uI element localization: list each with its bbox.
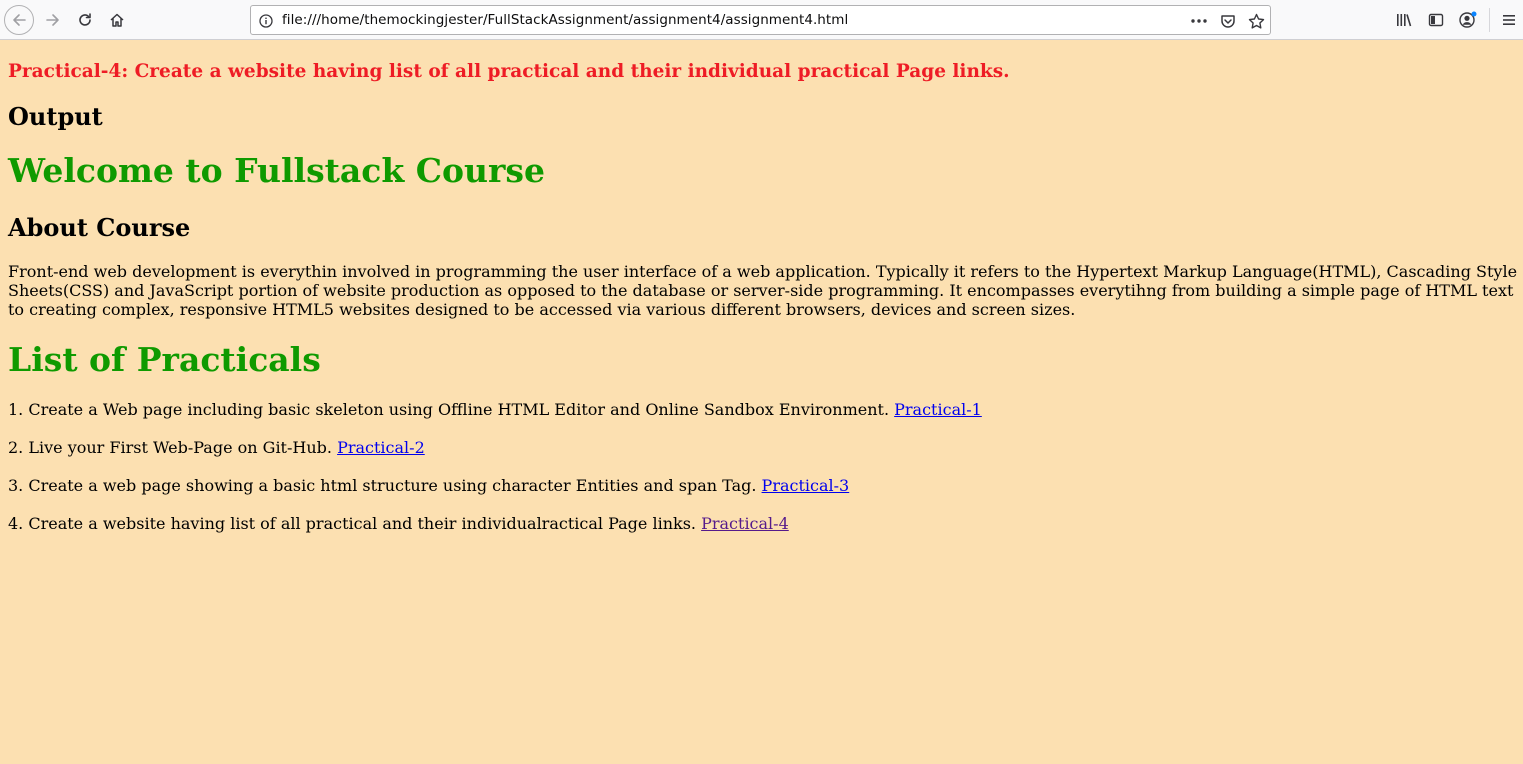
practical-item-text: 2. Live your First Web-Page on Git-Hub. xyxy=(8,438,332,457)
url-text[interactable]: file:///home/themockingjester/FullStackA… xyxy=(282,12,848,28)
about-paragraph: Front-end web development is everythin i… xyxy=(8,262,1518,319)
home-button[interactable] xyxy=(102,5,132,35)
browser-toolbar: file:///home/themockingjester/FullStackA… xyxy=(0,0,1523,40)
forward-button[interactable] xyxy=(38,5,68,35)
welcome-heading: Welcome to Fullstack Course xyxy=(8,151,545,190)
toolbar-separator xyxy=(1489,8,1490,32)
sidebar-icon xyxy=(1428,13,1444,27)
more-dots-icon[interactable] xyxy=(1188,10,1210,32)
about-heading: About Course xyxy=(8,213,191,242)
pocket-icon[interactable] xyxy=(1217,10,1239,32)
star-icon[interactable] xyxy=(1245,10,1267,32)
account-icon xyxy=(1459,11,1477,28)
practical-item-text: 1. Create a Web page including basic ske… xyxy=(8,400,890,419)
back-button[interactable] xyxy=(4,5,34,35)
practical-1-link[interactable]: Practical-1 xyxy=(894,400,982,419)
assignment-title: Practical-4: Create a website having lis… xyxy=(8,61,1010,82)
library-icon xyxy=(1397,14,1412,27)
menu-button[interactable] xyxy=(1494,5,1523,35)
sidebar-button[interactable] xyxy=(1421,5,1451,35)
practical-3-link[interactable]: Practical-3 xyxy=(762,476,850,495)
practicals-list-heading: List of Practicals xyxy=(8,340,321,379)
practical-item-4: 4. Create a website having list of all p… xyxy=(8,514,789,533)
hamburger-menu-icon xyxy=(1503,15,1515,25)
practical-item-text: 4. Create a website having list of all p… xyxy=(8,514,696,533)
practical-4-link[interactable]: Practical-4 xyxy=(701,514,789,533)
practical-item-text: 3. Create a web page showing a basic htm… xyxy=(8,476,757,495)
practical-item-1: 1. Create a Web page including basic ske… xyxy=(8,400,982,419)
back-arrow-icon xyxy=(13,14,26,26)
library-button[interactable] xyxy=(1389,5,1419,35)
practical-2-link[interactable]: Practical-2 xyxy=(337,438,425,457)
output-heading: Output xyxy=(8,102,103,131)
reload-icon xyxy=(79,13,91,26)
account-button[interactable] xyxy=(1453,5,1483,35)
forward-arrow-icon xyxy=(46,14,59,26)
reload-button[interactable] xyxy=(70,5,100,35)
home-icon xyxy=(110,13,124,27)
practical-item-2: 2. Live your First Web-Page on Git-Hub. … xyxy=(8,438,425,457)
address-bar[interactable]: file:///home/themockingjester/FullStackA… xyxy=(250,5,1271,35)
practical-item-3: 3. Create a web page showing a basic htm… xyxy=(8,476,849,495)
info-icon[interactable] xyxy=(257,12,275,30)
